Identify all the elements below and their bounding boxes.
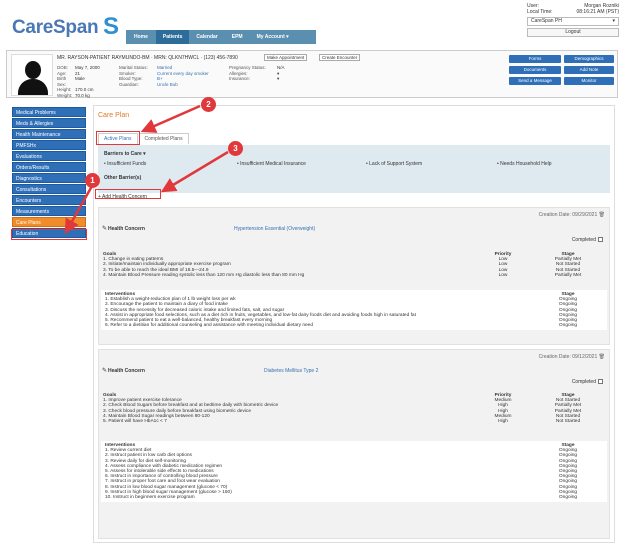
arrow-1 xyxy=(64,185,94,235)
arrow-3 xyxy=(160,150,229,193)
arrow-2 xyxy=(140,104,201,133)
annotation-badge-2: 2 xyxy=(201,97,216,112)
annotation-badge-3: 3 xyxy=(228,141,243,156)
annotation-arrows xyxy=(64,104,229,235)
annotation-badge-1: 1 xyxy=(85,173,100,188)
